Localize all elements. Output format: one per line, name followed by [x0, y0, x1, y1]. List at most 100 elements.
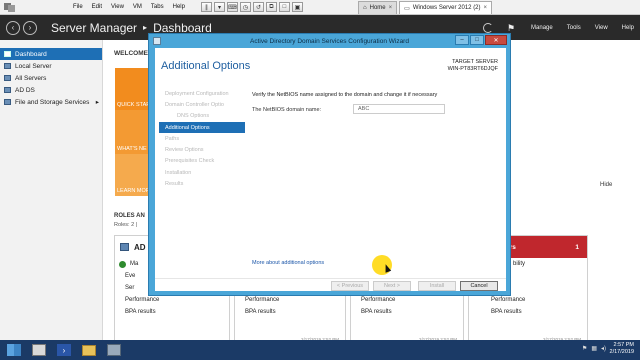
more-about-link[interactable]: More about additional options	[252, 260, 324, 266]
card-row-bpa[interactable]: BPA results	[115, 306, 229, 318]
sidebar-item-local-server[interactable]: Local Server	[0, 60, 102, 72]
unity-icon[interactable]: ▣	[291, 2, 303, 12]
windows-logo-icon	[7, 344, 21, 356]
step-installation[interactable]: Installation	[159, 167, 245, 178]
taskbar-server-manager[interactable]	[28, 342, 50, 358]
wizard-page-title: Additional Options	[161, 60, 251, 72]
tab-home[interactable]: ⌂ Home ×	[358, 1, 398, 14]
clock-time: 2:57 PM	[613, 342, 634, 348]
notifications-flag-icon[interactable]: ⚑	[507, 23, 517, 33]
sidebar: Dashboard Local Server All Servers AD DS…	[0, 40, 103, 340]
pause-icon[interactable]: ∥	[200, 2, 212, 12]
storage-icon	[4, 99, 11, 105]
network-icon[interactable]: ▦	[591, 345, 597, 352]
dashboard-icon	[4, 51, 11, 57]
target-server-label: TARGET SERVER	[452, 59, 498, 65]
snapshot-icon[interactable]: ◷	[239, 2, 251, 12]
menu-manage[interactable]: Manage	[531, 25, 553, 31]
revert-icon[interactable]: ↺	[252, 2, 264, 12]
sidebar-item-file-storage[interactable]: File and Storage Services ▸	[0, 96, 102, 108]
menu-edit[interactable]: Edit	[92, 4, 102, 10]
close-tab-icon[interactable]: ×	[389, 5, 393, 11]
netbios-label: The NetBIOS domain name:	[252, 107, 322, 113]
previous-button[interactable]: < Previous	[331, 281, 369, 291]
step-prerequisites-check[interactable]: Prerequisites Check	[159, 156, 245, 167]
system-tray: ⚑ ▦ ◂)	[582, 345, 606, 352]
menu-help[interactable]: Help	[173, 4, 185, 10]
wizard-app-icon	[153, 37, 161, 45]
hide-link[interactable]: Hide	[600, 182, 612, 188]
sidebar-item-ad-ds[interactable]: AD DS	[0, 84, 102, 96]
folder-icon	[82, 344, 96, 356]
clock-date: 2/17/2019	[609, 349, 634, 355]
server-manager-icon	[32, 344, 46, 356]
wizard-title: Active Directory Domain Services Configu…	[250, 37, 409, 45]
menu-view[interactable]: View	[111, 4, 124, 10]
breadcrumb-app: Server Manager	[51, 20, 138, 35]
start-button[interactable]	[3, 342, 25, 358]
ad-ds-icon	[120, 243, 129, 251]
step-paths[interactable]: Paths	[159, 133, 245, 144]
menu-help[interactable]: Help	[622, 25, 634, 31]
sidebar-item-dashboard[interactable]: Dashboard	[0, 48, 102, 60]
volume-icon[interactable]: ◂)	[601, 345, 606, 352]
back-icon[interactable]: ‹	[6, 20, 20, 35]
manage-snapshots-icon[interactable]: ⧉	[265, 2, 277, 12]
target-server: TARGET SERVER WIN-PT83RT6DJQF	[448, 59, 498, 73]
ok-status-icon	[119, 260, 126, 268]
step-results[interactable]: Results	[159, 178, 245, 189]
tab-windows-server[interactable]: ▭ Windows Server 2012 (2) ×	[399, 1, 493, 14]
taskbar-powershell[interactable]: ›	[53, 342, 75, 358]
card-row-bpa[interactable]: BPA results	[235, 306, 345, 318]
vmware-logo-icon	[4, 3, 15, 12]
step-dns-options[interactable]: DNS Options	[159, 111, 245, 122]
menu-view[interactable]: View	[595, 25, 608, 31]
vm-tabs: ⌂ Home × ▭ Windows Server 2012 (2) ×	[358, 1, 493, 14]
wizard-steps: Deployment Configuration Domain Controll…	[159, 88, 245, 190]
vmware-toolbar: File Edit View VM Tabs Help ∥ ▾ ⌨ ◷ ↺ ⧉ …	[0, 0, 640, 15]
sidebar-item-all-servers[interactable]: All Servers	[0, 72, 102, 84]
chevron-right-icon: ▸	[95, 99, 99, 106]
welcome-heading: WELCOME	[114, 50, 148, 57]
wizard-taskbar-icon	[107, 344, 121, 356]
taskbar-explorer[interactable]	[78, 342, 100, 358]
menu-tabs[interactable]: Tabs	[151, 4, 164, 10]
close-icon[interactable]: ✕	[485, 35, 507, 45]
servers-icon	[4, 75, 11, 81]
roles-heading: ROLES AN	[114, 213, 145, 219]
minimize-icon[interactable]: –	[455, 35, 469, 45]
forward-icon[interactable]: ›	[23, 20, 37, 35]
vmware-menu: File Edit View VM Tabs Help	[73, 4, 185, 10]
vm-icon: ▭	[404, 5, 410, 12]
wizard-body: Additional Options TARGET SERVER WIN-PT8…	[155, 48, 506, 291]
step-deployment-configuration[interactable]: Deployment Configuration	[159, 88, 245, 99]
powershell-icon: ›	[57, 344, 71, 356]
flag-tray-icon[interactable]: ⚑	[582, 345, 587, 352]
next-button[interactable]: Next >	[373, 281, 411, 291]
menu-tools[interactable]: Tools	[567, 25, 581, 31]
menu-vm[interactable]: VM	[133, 4, 142, 10]
target-server-name: WIN-PT83RT6DJQF	[447, 66, 498, 72]
close-tab-icon[interactable]: ×	[484, 5, 488, 11]
cancel-button[interactable]: Cancel	[460, 281, 498, 291]
vm-power-controls: ∥ ▾ ⌨ ◷ ↺ ⧉ □ ▣	[200, 2, 303, 12]
taskbar: › ⚑ ▦ ◂) 2:57 PM 2/17/2019	[0, 340, 640, 360]
maximize-icon[interactable]: □	[470, 35, 484, 45]
wizard-titlebar[interactable]: Active Directory Domain Services Configu…	[149, 34, 510, 48]
install-button[interactable]: Install	[418, 281, 456, 291]
netbios-field[interactable]: ABC	[353, 104, 445, 114]
fullscreen-icon[interactable]: □	[278, 2, 290, 12]
dropdown-icon[interactable]: ▾	[213, 2, 225, 12]
step-review-options[interactable]: Review Options	[159, 144, 245, 155]
card-row-bpa[interactable]: BPA results	[469, 306, 587, 318]
step-additional-options[interactable]: Additional Options	[159, 121, 245, 134]
clock[interactable]: 2:57 PM 2/17/2019	[610, 342, 634, 356]
card-row-bpa[interactable]: BPA results	[351, 306, 463, 318]
menu-file[interactable]: File	[73, 4, 83, 10]
send-keys-icon[interactable]: ⌨	[226, 2, 238, 12]
refresh-icon[interactable]	[483, 22, 494, 33]
server-icon	[4, 63, 11, 69]
step-domain-controller-options[interactable]: Domain Controller Optio	[159, 99, 245, 110]
taskbar-wizard[interactable]	[103, 342, 125, 358]
